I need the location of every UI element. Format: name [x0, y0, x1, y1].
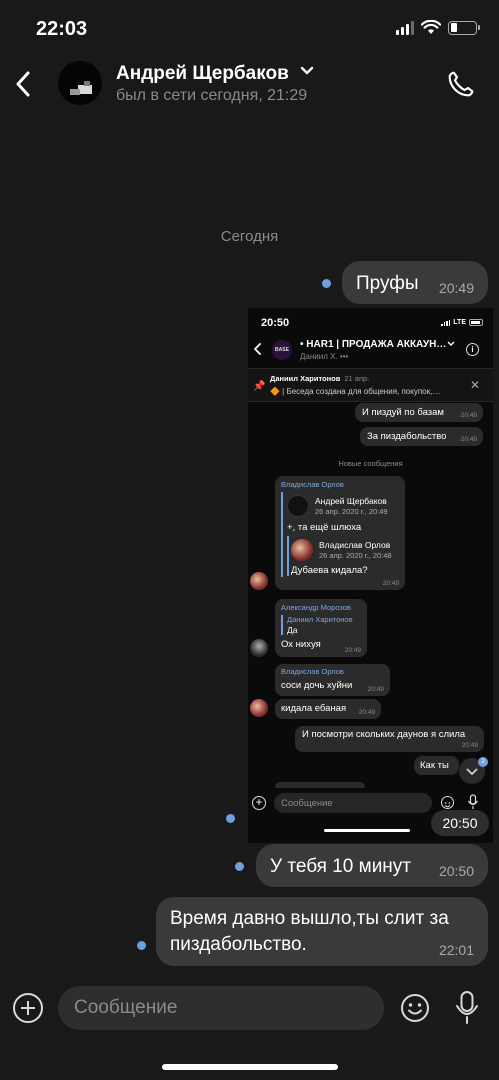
mic-icon	[467, 794, 479, 809]
status-bar: 22:03	[0, 0, 499, 56]
status-icons	[396, 20, 480, 35]
attach-button[interactable]	[13, 993, 43, 1023]
chevron-left-icon	[254, 343, 261, 355]
message-time: 20:50	[438, 863, 474, 879]
sender-avatar	[250, 572, 268, 590]
status-time: 22:03	[36, 18, 88, 40]
pinned-text: 🔶 | Беседа создана для общения, покупок,…	[270, 387, 441, 396]
group-avatar: BASE	[272, 340, 292, 360]
message-composer: Сообщение	[0, 980, 499, 1040]
new-messages-separator: Новые сообщения	[338, 459, 403, 468]
contact-name[interactable]: Андрей Щербаков	[116, 63, 289, 85]
screenshot-message: Александр Морозов Даниил Харитонов Да Ох…	[275, 599, 367, 657]
emoji-icon	[441, 796, 454, 809]
sender-avatar	[250, 639, 268, 657]
screenshot-image[interactable]: 20:50 LTE BASE • HAR1 | ПРОДАЖА АККАУН… …	[248, 308, 493, 843]
message-text: Время давно вышло,ты слит за пиздабольст…	[170, 908, 449, 955]
home-indicator	[162, 1064, 338, 1070]
message-bubble[interactable]: Пруфы 20:49	[342, 261, 488, 304]
battery-icon	[469, 319, 483, 326]
back-button[interactable]	[8, 64, 38, 104]
unread-indicator	[322, 279, 331, 288]
message-time: 22:01	[438, 942, 474, 958]
message-bubble[interactable]: Время давно вышло,ты слит за пиздабольст…	[156, 897, 488, 966]
pinned-message: 📌 Даниил Харитонов 21 апр. 🔶 | Беседа соз…	[248, 368, 493, 402]
message-time: 20:49	[438, 280, 474, 296]
avatar[interactable]	[58, 61, 102, 105]
screenshot-message: За пиздабольство 20:49	[360, 427, 483, 446]
info-icon: i	[466, 343, 479, 356]
screenshot-message: кидала ебаная 20:49	[275, 699, 381, 719]
message-time: 20:50	[431, 810, 489, 836]
chat-header: Андрей Щербаков был в сети сегодня, 21:2…	[0, 56, 499, 118]
mic-icon[interactable]	[454, 990, 480, 1026]
screenshot-status-icons: LTE	[441, 319, 483, 326]
wifi-icon	[421, 20, 441, 34]
close-icon: ✕	[469, 378, 480, 392]
message-input[interactable]: Сообщение	[58, 986, 384, 1030]
message-text: Пруфы	[356, 273, 419, 294]
add-icon: +	[252, 796, 266, 810]
screenshot-status-time: 20:50	[261, 317, 290, 329]
chevron-down-icon	[447, 341, 455, 346]
message-text: У тебя 10 минут	[270, 856, 412, 877]
battery-icon	[448, 20, 480, 35]
screenshot-home-indicator	[324, 829, 410, 832]
screenshot-chat-subtitle: Даниил Х. •••	[300, 352, 349, 361]
contact-status: был в сети сегодня, 21:29	[116, 87, 308, 104]
unread-badge: 2	[478, 757, 488, 767]
screenshot-network: LTE	[453, 319, 466, 326]
screenshot-message: Владислав Орлов Андрей Щербаков 26 апр. …	[275, 476, 405, 590]
pinned-author: Даниил Харитонов 21 апр.	[270, 374, 370, 383]
signal-icon	[396, 20, 414, 35]
screenshot-message: И пиздуй по базам 20:49	[355, 403, 483, 422]
screenshot-message: Владислав Орлов соси дочь хуйни 20:49	[275, 664, 390, 696]
screenshot-message: Как ты	[414, 756, 459, 775]
unread-indicator	[226, 814, 235, 823]
chevron-left-icon	[16, 71, 30, 97]
screenshot-input: Сообщение	[274, 793, 432, 813]
screenshot-chat-title: • HAR1 | ПРОДАЖА АККАУН…	[300, 339, 447, 350]
pin-icon: 📌	[253, 381, 266, 392]
message-bubble[interactable]: У тебя 10 минут 20:50	[256, 844, 488, 887]
phone-icon[interactable]	[445, 68, 477, 100]
date-separator: Сегодня	[220, 228, 279, 245]
unread-indicator	[235, 862, 244, 871]
signal-icon	[441, 319, 451, 326]
chevron-down-icon[interactable]	[300, 66, 314, 76]
sender-avatar	[250, 699, 268, 717]
emoji-icon[interactable]	[400, 993, 430, 1023]
unread-indicator	[137, 941, 146, 950]
screenshot-message: И посмотри скольких даунов я слила 20:49	[295, 726, 484, 752]
